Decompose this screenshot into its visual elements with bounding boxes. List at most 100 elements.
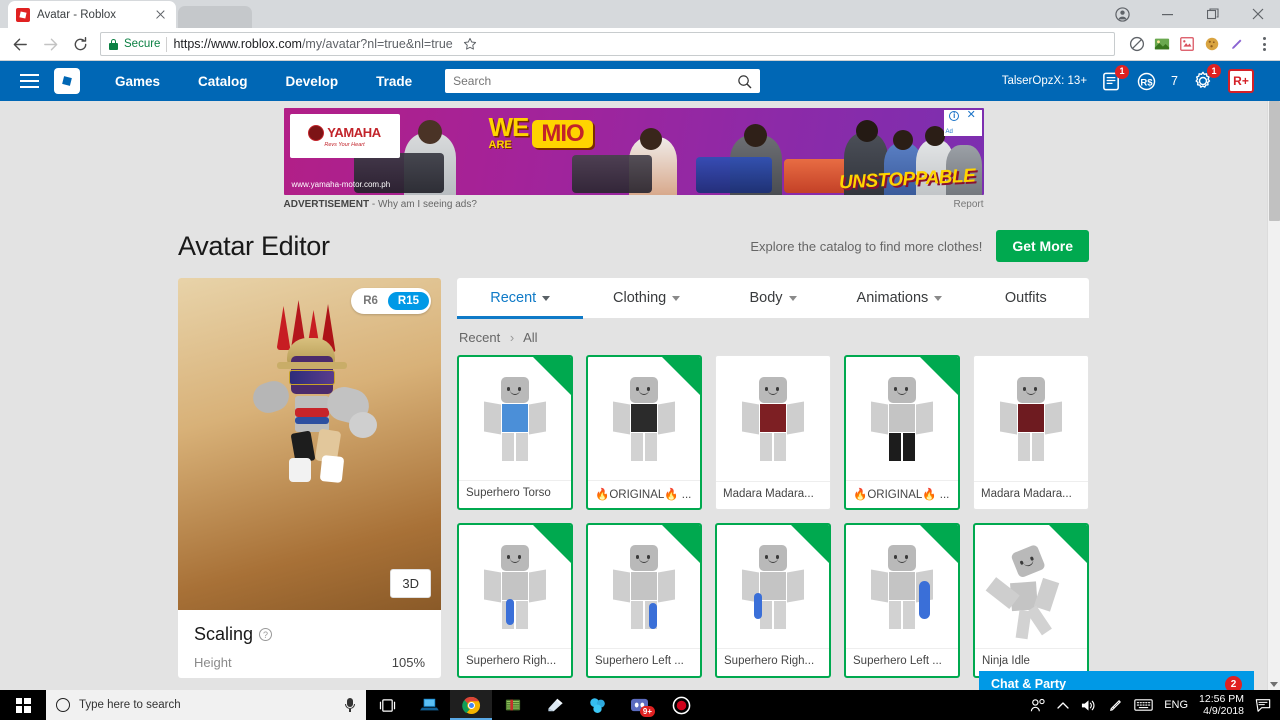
microphone-icon[interactable] xyxy=(344,697,356,713)
people-icon[interactable] xyxy=(1030,698,1046,713)
robux-icon[interactable]: R$ xyxy=(1136,71,1157,92)
view-3d-button[interactable]: 3D xyxy=(390,569,431,598)
pen-icon[interactable] xyxy=(1226,33,1248,55)
category-tabs: Recent Clothing Body Animations Outfits xyxy=(457,278,1089,319)
remote-desktop-icon[interactable] xyxy=(408,690,450,720)
rig-option-r6[interactable]: R6 xyxy=(353,292,388,310)
advertisement-label: ADVERTISEMENT xyxy=(283,199,370,210)
item-name: Superhero Righ... xyxy=(459,648,571,676)
breadcrumb-current[interactable]: All xyxy=(523,330,537,345)
profile-icon[interactable] xyxy=(1100,0,1145,28)
reload-button[interactable] xyxy=(66,30,94,58)
clock[interactable]: 12:56 PM 4/9/2018 xyxy=(1199,693,1244,717)
nav-link-develop[interactable]: Develop xyxy=(267,74,358,89)
ad-report-link[interactable]: Report xyxy=(953,199,983,210)
winrar-icon[interactable] xyxy=(492,690,534,720)
item-card[interactable]: Superhero Righ... xyxy=(715,523,831,678)
tab-close-icon[interactable] xyxy=(154,8,168,22)
touch-keyboard-icon[interactable] xyxy=(1134,698,1153,712)
scroll-down-arrow[interactable] xyxy=(1270,682,1278,687)
chat-and-party-bar[interactable]: Chat & Party 2 xyxy=(979,671,1254,690)
ad-banner[interactable]: YAMAHA Revs Your Heart WE ARE MIO UNSTOP… xyxy=(283,108,984,195)
tab-outfits-label: Outfits xyxy=(1004,290,1047,306)
recorder-icon[interactable] xyxy=(660,690,702,720)
rig-type-toggle[interactable]: R6 R15 xyxy=(351,288,431,314)
item-card[interactable]: Superhero Left ... xyxy=(844,523,960,678)
bookmark-star-icon[interactable] xyxy=(459,33,481,55)
ad-close-icon[interactable]: ✕ xyxy=(967,110,976,121)
nav-link-catalog[interactable]: Catalog xyxy=(179,74,267,89)
builders-club-icon[interactable]: R+ xyxy=(1228,69,1254,93)
cookie-icon[interactable] xyxy=(1201,33,1223,55)
item-card[interactable]: 🔥ORIGINAL🔥 ... xyxy=(586,355,702,510)
tab-body[interactable]: Body xyxy=(710,278,836,318)
new-tab-button[interactable] xyxy=(178,6,252,28)
page-scrollbar[interactable] xyxy=(1267,101,1280,690)
chrome-menu-icon[interactable] xyxy=(1254,37,1274,51)
roblox-logo-icon[interactable] xyxy=(54,68,80,94)
taskbar-search[interactable]: Type here to search xyxy=(46,690,366,720)
item-grid: Superhero Torso 🔥ORIGINAL🔥 ... Madara Ma… xyxy=(457,355,1089,678)
chrome-icon[interactable] xyxy=(450,690,492,720)
tab-outfits[interactable]: Outfits xyxy=(963,278,1089,318)
nav-link-games[interactable]: Games xyxy=(96,74,179,89)
start-button[interactable] xyxy=(0,690,46,720)
username-label[interactable]: TalserOpzX: 13+ xyxy=(1002,75,1087,87)
close-button[interactable] xyxy=(1235,0,1280,28)
tab-clothing[interactable]: Clothing xyxy=(583,278,709,318)
item-thumbnail-area xyxy=(716,356,830,481)
scrollbar-thumb[interactable] xyxy=(1269,101,1280,221)
avatar-preview[interactable]: R6 R15 3D xyxy=(178,278,441,610)
hamburger-icon[interactable] xyxy=(12,73,46,89)
adchoices-info-icon[interactable]: i xyxy=(949,111,960,121)
item-card[interactable]: 🔥ORIGINAL🔥 ... xyxy=(844,355,960,510)
cortana-icon xyxy=(56,698,70,712)
item-card[interactable]: Madara Madara... xyxy=(973,355,1089,510)
adchoices-control[interactable]: i ✕ Ad xyxy=(943,110,982,136)
messages-icon[interactable]: 1 xyxy=(1101,64,1130,92)
item-card[interactable]: Ninja Idle xyxy=(973,523,1089,678)
screenshot-icon[interactable] xyxy=(1176,33,1198,55)
minimize-button[interactable] xyxy=(1145,0,1190,28)
back-button[interactable] xyxy=(6,30,34,58)
tab-animations[interactable]: Animations xyxy=(836,278,962,318)
rig-option-r15[interactable]: R15 xyxy=(387,292,429,310)
item-name: Madara Madara... xyxy=(974,481,1088,509)
messages-badge: 1 xyxy=(1115,64,1130,79)
why-ads-link[interactable]: - Why am I seeing ads? xyxy=(372,199,477,210)
search-input[interactable] xyxy=(453,74,738,88)
site-search[interactable] xyxy=(445,69,761,93)
maximize-button[interactable] xyxy=(1190,0,1235,28)
item-thumbnail xyxy=(981,534,1081,640)
roblox-studio-icon[interactable] xyxy=(576,690,618,720)
item-card[interactable]: Superhero Left ... xyxy=(586,523,702,678)
gear-icon[interactable]: 1 xyxy=(1192,64,1221,92)
language-indicator[interactable]: ENG xyxy=(1164,699,1188,711)
address-bar[interactable]: Secure https://www.roblox.com/my/avatar?… xyxy=(100,32,1115,56)
volume-icon[interactable] xyxy=(1080,698,1097,713)
task-view-icon[interactable] xyxy=(366,690,408,720)
discord-icon[interactable]: 9+ xyxy=(618,690,660,720)
get-more-button[interactable]: Get More xyxy=(996,230,1089,262)
breadcrumb-root[interactable]: Recent xyxy=(459,330,500,345)
ad-footer: ADVERTISEMENT - Why am I seeing ads? Rep… xyxy=(284,195,984,210)
tab-recent[interactable]: Recent xyxy=(457,278,584,319)
show-hidden-icons-chevron[interactable] xyxy=(1057,701,1069,710)
pen-input-icon[interactable] xyxy=(1108,698,1123,713)
action-center-icon[interactable] xyxy=(1255,698,1271,713)
browser-tab-avatar-roblox[interactable]: Avatar - Roblox xyxy=(8,1,176,28)
item-name: Superhero Left ... xyxy=(588,648,700,676)
block-icon[interactable] xyxy=(1126,33,1148,55)
notes-icon[interactable] xyxy=(534,690,576,720)
explore-catalog-text: Explore the catalog to find more clothes… xyxy=(750,238,983,254)
help-icon[interactable]: ? xyxy=(259,628,273,641)
lock-icon xyxy=(109,38,118,50)
item-card[interactable]: Superhero Righ... xyxy=(457,523,573,678)
nav-link-trade[interactable]: Trade xyxy=(357,74,431,89)
robux-count: 7 xyxy=(1171,74,1178,88)
item-name: Superhero Left ... xyxy=(846,648,958,676)
breadcrumb: Recent › All xyxy=(457,319,1089,355)
item-card[interactable]: Superhero Torso xyxy=(457,355,573,510)
image-downloader-icon[interactable] xyxy=(1151,33,1173,55)
item-card[interactable]: Madara Madara... xyxy=(715,355,831,510)
